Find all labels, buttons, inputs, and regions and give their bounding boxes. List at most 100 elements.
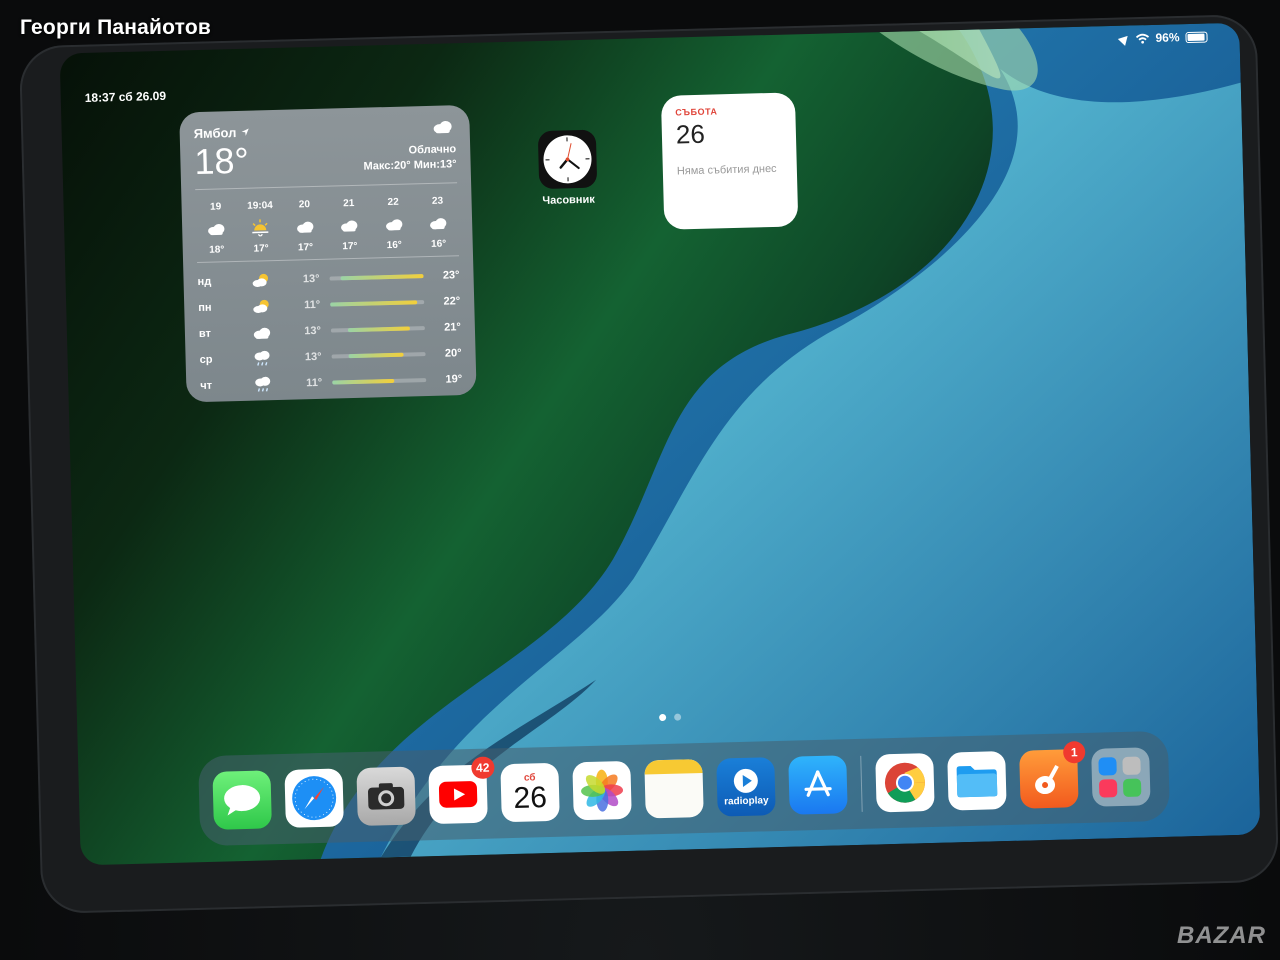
day-name: вт xyxy=(198,327,212,341)
calendar-day-number: 26 xyxy=(675,118,706,150)
weather-condition: Облачно xyxy=(408,143,457,157)
radioplay-app-icon[interactable]: radioplay xyxy=(716,757,776,817)
day-name: пн xyxy=(198,301,212,315)
divider xyxy=(195,182,458,191)
app-store-icon[interactable] xyxy=(788,755,848,815)
hour-time: 22 xyxy=(387,196,399,209)
status-time-date: 18:37 сб 26.09 xyxy=(84,88,167,105)
safari-app-icon[interactable] xyxy=(284,768,344,828)
location-arrow-icon xyxy=(1117,31,1132,46)
weather-widget[interactable]: Ямбол 18° Облачно Макс:20° Мин:13° 19 18… xyxy=(179,104,477,403)
hour-time: 20 xyxy=(298,199,311,211)
camera-app-icon[interactable] xyxy=(356,766,416,827)
app-library-icon[interactable] xyxy=(1091,747,1151,807)
calendar-weekday: СЪБОТА xyxy=(675,106,718,118)
calendar-widget[interactable]: СЪБОТА 26 Няма събития днес xyxy=(660,92,799,230)
rain-icon xyxy=(243,375,283,394)
location-arrow-icon xyxy=(241,128,249,136)
messages-app-icon[interactable] xyxy=(212,770,272,830)
cloud-icon xyxy=(329,213,370,238)
uploader-name: Георги Панайотов xyxy=(20,16,211,39)
calendar-app-day: 26 xyxy=(513,780,548,815)
day-low: 13° xyxy=(302,272,320,286)
temp-range-bar xyxy=(332,378,427,385)
temp-range-bar xyxy=(331,352,427,359)
day-high: 22° xyxy=(443,295,461,308)
weather-high-low: Макс:20° Мин:13° xyxy=(363,158,457,173)
sunset-icon xyxy=(240,215,281,240)
weather-city: Ямбол xyxy=(193,124,237,142)
temp-range-fill xyxy=(347,326,411,333)
cloud-icon xyxy=(373,211,414,236)
temp-range-fill xyxy=(348,352,404,359)
hour-temp: 16° xyxy=(430,238,447,250)
page-dot-1[interactable] xyxy=(659,713,667,722)
temp-range-bar xyxy=(329,274,424,281)
hour-temp: 17° xyxy=(253,243,269,255)
hour-time: 23 xyxy=(431,195,444,207)
photos-app-icon[interactable] xyxy=(572,760,632,821)
day-name: нд xyxy=(197,275,212,289)
divider xyxy=(197,255,460,264)
camera-mini-icon xyxy=(1122,756,1141,775)
cloud-icon xyxy=(418,210,459,235)
cloud-icon xyxy=(433,121,452,134)
temp-range-fill xyxy=(330,300,418,307)
daily-forecast: нд 13° 23° пн 11° 22° вт 13° 21° ср 13° 20°… xyxy=(197,262,462,399)
partly-sunny-icon xyxy=(241,298,281,315)
hour-temp: 18° xyxy=(209,244,225,256)
day-low: 13° xyxy=(304,324,322,338)
temp-range-fill xyxy=(332,378,395,385)
calendar-app-icon[interactable]: сб 26 xyxy=(500,762,560,823)
day-name: чт xyxy=(200,379,213,393)
app-store-mini-icon xyxy=(1098,757,1117,776)
clock-icon[interactable] xyxy=(537,129,598,190)
hourly-item: 20 17° xyxy=(284,199,325,254)
find-my-mini-icon xyxy=(1122,778,1142,797)
hourly-item: 21 17° xyxy=(329,198,370,253)
ipad-screen: 18:37 сб 26.09 96% Ямбол 18° Облачно Мак… xyxy=(59,22,1261,866)
day-high: 19° xyxy=(445,373,463,386)
garageband-notification-badge: 1 xyxy=(1062,740,1086,764)
notes-app-icon[interactable] xyxy=(644,759,704,819)
calendar-no-events: Няма събития днес xyxy=(676,162,777,178)
page-indicator[interactable] xyxy=(659,713,682,722)
hour-time: 19 xyxy=(209,201,222,213)
hourly-item: 19:04 17° xyxy=(240,200,281,255)
chrome-app-icon[interactable] xyxy=(875,752,935,813)
cloud-icon xyxy=(196,216,237,241)
day-name: ср xyxy=(199,353,213,367)
temp-range-bar xyxy=(330,326,426,333)
clock-app[interactable]: Часовник xyxy=(536,129,600,208)
radioplay-label: radioplay xyxy=(724,795,769,808)
youtube-notification-badge: 42 xyxy=(470,756,495,780)
hour-temp: 17° xyxy=(297,242,314,254)
day-high: 20° xyxy=(444,347,462,360)
temp-range-fill xyxy=(340,274,424,281)
hourly-item: 23 16° xyxy=(417,195,458,250)
cloud-icon xyxy=(285,214,326,239)
hour-temp: 17° xyxy=(342,240,358,253)
clock-app-label: Часовник xyxy=(542,193,595,207)
partly-sunny-icon xyxy=(241,272,281,289)
day-high: 21° xyxy=(444,321,462,334)
youtube-app-icon[interactable]: 42 xyxy=(428,756,495,825)
page-dot-2[interactable] xyxy=(674,713,682,721)
day-low: 11° xyxy=(304,298,321,312)
battery-percent: 96% xyxy=(1155,30,1180,45)
temp-range-bar xyxy=(330,300,425,307)
dock-divider xyxy=(860,755,863,812)
cloud-icon xyxy=(242,325,282,339)
photo-background: 18:37 сб 26.09 96% Ямбол 18° Облачно Мак… xyxy=(0,0,1280,960)
notes-header xyxy=(644,759,703,775)
garageband-app-icon[interactable]: 1 xyxy=(1019,740,1086,809)
wifi-icon xyxy=(1135,33,1150,44)
hour-time: 21 xyxy=(343,197,355,210)
day-high: 23° xyxy=(442,269,460,282)
hourly-forecast: 19 18° 19:04 17° 20 17° 21 17° 22 16° 23 16° xyxy=(196,195,459,256)
files-app-icon[interactable] xyxy=(947,751,1007,811)
daily-row: чт 11° 19° xyxy=(200,366,463,399)
status-right: 96% xyxy=(1117,30,1208,46)
hour-temp: 16° xyxy=(386,239,402,252)
music-mini-icon xyxy=(1098,779,1118,798)
